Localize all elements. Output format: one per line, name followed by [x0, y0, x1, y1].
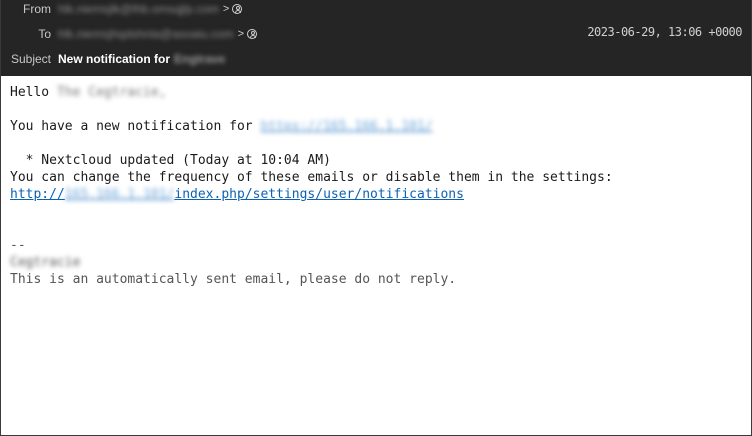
settings-link[interactable]: http://165.166.1.101/index.php/settings/…	[10, 187, 464, 202]
from-address[interactable]: hlk.niemsjlk@lhb.omsqjlp.com	[58, 2, 219, 16]
subject-label: Subject	[10, 52, 51, 66]
frequency-text: You can change the frequency of these em…	[10, 170, 613, 185]
settings-line: http://165.166.1.101/index.php/settings/…	[10, 186, 742, 203]
greeting: Hello The Cegtracie,	[10, 84, 742, 101]
from-chevron-icon[interactable]: >	[223, 3, 229, 15]
notification-item: * Nextcloud updated (Today at 10:04 AM)	[10, 153, 331, 168]
signature-name: Cegtracie	[10, 255, 81, 270]
email-body: Hello The Cegtracie, You have a new noti…	[10, 84, 742, 288]
subject-name: Engtrave	[174, 52, 226, 66]
to-address[interactable]: hlk.niemsjhqdshnla@asoaiu.com	[58, 27, 234, 41]
from-label: From	[23, 2, 51, 16]
email-header: From hlk.niemsjlk@lhb.omsqjlp.com > To h…	[1, 0, 751, 76]
greeting-word: Hello	[10, 85, 50, 100]
add-contact-icon[interactable]	[247, 29, 258, 39]
email-date: 2023-06-29, 13:06 +0000	[587, 25, 742, 39]
add-contact-icon[interactable]	[232, 4, 243, 14]
footer-text: This is an automatically sent email, ple…	[10, 272, 457, 287]
from-row: From hlk.niemsjlk@lhb.omsqjlp.com >	[1, 0, 751, 20]
signature-separator: --	[10, 238, 26, 253]
email-viewer: From hlk.niemsjlk@lhb.omsqjlp.com > To h…	[0, 0, 752, 436]
subject-text: New notification for	[58, 52, 170, 66]
notice-text: You have a new notification for	[10, 119, 261, 134]
subject-row: Subject New notification for Engtrave	[1, 48, 751, 70]
to-chevron-icon[interactable]: >	[238, 28, 244, 40]
to-label: To	[38, 27, 51, 41]
greeting-name: The Cegtracie,	[56, 85, 167, 100]
notice-link[interactable]: https://165.166.1.101/	[260, 119, 432, 134]
notice-line: You have a new notification for https://…	[10, 118, 742, 135]
